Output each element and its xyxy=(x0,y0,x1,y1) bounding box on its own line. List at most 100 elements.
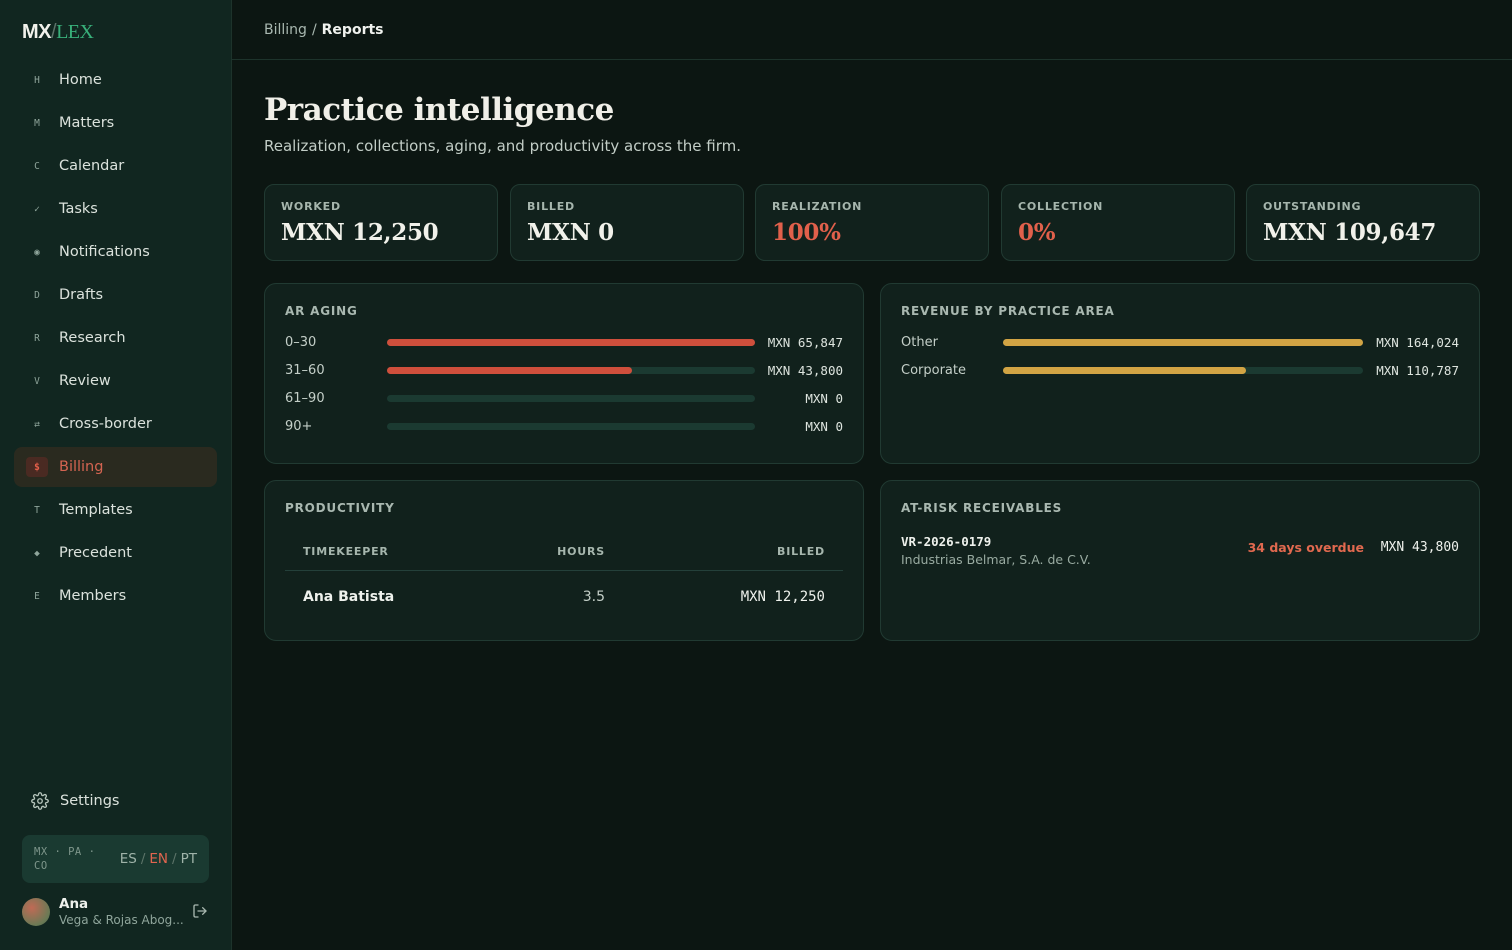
sidebar-item-calendar[interactable]: C Calendar xyxy=(14,146,217,186)
kpi-label: WORKED xyxy=(281,200,341,213)
sidebar-item-tasks[interactable]: ✓ Tasks xyxy=(14,189,217,229)
lang-pt[interactable]: PT xyxy=(181,851,197,867)
region-list: MX · PA · CO xyxy=(34,846,96,872)
members-icon: E xyxy=(34,590,40,602)
overdue-badge: 34 days overdue xyxy=(1247,540,1364,555)
lang-en[interactable]: EN xyxy=(149,851,168,867)
invoice-id[interactable]: VR-2026-0179 xyxy=(901,534,991,549)
bell-icon: ◉ xyxy=(34,246,40,258)
kpi-label: OUTSTANDING xyxy=(1263,200,1362,213)
kpi-card-worked: WORKED MXN 12,250 xyxy=(264,184,498,261)
kpi-value: MXN 0 xyxy=(527,219,614,246)
bar-amount: MXN 65,847 xyxy=(767,334,843,350)
sidebar-item-label: Precedent xyxy=(59,545,132,561)
sidebar-item-matters[interactable]: M Matters xyxy=(14,103,217,143)
sidebar-item-label: Notifications xyxy=(59,244,150,260)
bar-track xyxy=(1003,338,1363,346)
at-risk-panel: AT-RISK RECEIVABLES VR-2026-0179 Industr… xyxy=(880,480,1480,641)
kpi-value: 0% xyxy=(1018,219,1056,246)
avatar[interactable] xyxy=(22,898,50,926)
sidebar-item-label: Research xyxy=(59,330,126,346)
bar-label: 0–30 xyxy=(285,334,317,350)
kpi-value: 100% xyxy=(772,219,841,246)
ar-aging-panel: AR AGING 0–30 MXN 65,847 31–60 MXN 43,800 61… xyxy=(264,283,864,464)
bar-amount: MXN 164,024 xyxy=(1376,334,1459,350)
revenue-title: REVENUE BY PRACTICE AREA xyxy=(901,304,1115,318)
sidebar-item-home[interactable]: H Home xyxy=(14,60,217,100)
check-icon: ✓ xyxy=(34,203,40,215)
sidebar-item-label: Calendar xyxy=(59,158,125,174)
productivity-panel: PRODUCTIVITY TIMEKEEPER HOURS BILLED Ana… xyxy=(264,480,864,641)
swap-icon: ⇄ xyxy=(34,418,40,430)
sidebar-item-label: Matters xyxy=(59,115,115,131)
at-risk-title: AT-RISK RECEIVABLES xyxy=(901,501,1063,515)
timekeeper-name: Ana Batista xyxy=(303,589,395,605)
bar-track xyxy=(1003,366,1363,374)
sidebar-item-billing[interactable]: $ Billing xyxy=(14,447,217,487)
breadcrumb-billing[interactable]: Billing xyxy=(264,22,307,38)
bar-fill xyxy=(1003,366,1246,374)
bar-row: 31–60 MXN 43,800 xyxy=(285,360,843,380)
sidebar-item-label: Drafts xyxy=(59,287,104,303)
lang-es[interactable]: ES xyxy=(120,851,137,867)
kpi-card-realization: REALIZATION 100% xyxy=(755,184,989,261)
table-row[interactable]: Ana Batista 3.5 MXN 12,250 xyxy=(285,583,843,611)
brand-logo[interactable]: MX/LEX xyxy=(22,19,94,44)
bar-row: Other MXN 164,024 xyxy=(901,332,1459,352)
bar-amount: MXN 110,787 xyxy=(1376,362,1459,378)
user-org: Vega & Rojas Abog... xyxy=(59,913,184,927)
sidebar-nav: H Home M Matters C Calendar ✓ Tasks ◉ Notificatio… xyxy=(14,60,217,619)
page-title: Practice intelligence xyxy=(264,92,614,128)
sidebar-item-label: Templates xyxy=(59,502,133,518)
lang-separator: / xyxy=(140,851,146,867)
invoice-amount: MXN 43,800 xyxy=(1380,540,1459,555)
sidebar: MX/LEX H Home M Matters C Calendar ✓ Tasks ◉ Noti… xyxy=(0,0,232,950)
brand-mx: MX xyxy=(22,21,52,43)
kpi-value: MXN 109,647 xyxy=(1263,219,1437,246)
breadcrumb: Billing / Reports xyxy=(264,22,384,38)
sidebar-item-cross-border[interactable]: ⇄ Cross-border xyxy=(14,404,217,444)
user-profile: Ana Vega & Rojas Abog... xyxy=(22,895,212,929)
kpi-card-collection: COLLECTION 0% xyxy=(1001,184,1235,261)
home-icon: H xyxy=(34,74,40,86)
bar-label: Corporate xyxy=(901,362,966,378)
revenue-panel: REVENUE BY PRACTICE AREA Other MXN 164,02… xyxy=(880,283,1480,464)
bar-track xyxy=(387,394,755,402)
sidebar-item-templates[interactable]: T Templates xyxy=(14,490,217,530)
sidebar-item-drafts[interactable]: D Drafts xyxy=(14,275,217,315)
review-icon: V xyxy=(34,375,40,387)
bar-row: 0–30 MXN 65,847 xyxy=(285,332,843,352)
sidebar-item-members[interactable]: E Members xyxy=(14,576,217,616)
kpi-value: MXN 12,250 xyxy=(281,219,439,246)
breadcrumb-separator: / xyxy=(311,21,317,38)
bar-row: 61–90 MXN 0 xyxy=(285,388,843,408)
col-timekeeper: TIMEKEEPER xyxy=(303,545,389,558)
ar-aging-title: AR AGING xyxy=(285,304,358,318)
timekeeper-billed: MXN 12,250 xyxy=(740,589,825,605)
productivity-title: PRODUCTIVITY xyxy=(285,501,395,515)
logout-icon[interactable] xyxy=(192,903,208,919)
dollar-icon: $ xyxy=(26,457,48,477)
sidebar-item-settings[interactable]: Settings xyxy=(22,785,212,817)
calendar-icon: C xyxy=(34,160,40,172)
page-subtitle: Realization, collections, aging, and pro… xyxy=(264,137,741,155)
sidebar-item-label: Members xyxy=(59,588,127,604)
bar-amount: MXN 0 xyxy=(805,418,843,434)
kpi-label: COLLECTION xyxy=(1018,200,1104,213)
sidebar-item-label: Home xyxy=(59,72,102,88)
sidebar-item-review[interactable]: V Review xyxy=(14,361,217,401)
sidebar-item-precedent[interactable]: ◆ Precedent xyxy=(14,533,217,573)
sidebar-item-label: Billing xyxy=(59,459,104,475)
sidebar-item-notifications[interactable]: ◉ Notifications xyxy=(14,232,217,272)
invoice-client: Industrias Belmar, S.A. de C.V. xyxy=(901,552,1091,567)
bar-track xyxy=(387,338,755,346)
col-billed: BILLED xyxy=(777,545,825,558)
lang-separator: / xyxy=(172,851,177,867)
bar-fill xyxy=(1003,338,1363,346)
sidebar-item-label: Cross-border xyxy=(59,416,152,432)
sidebar-item-label: Tasks xyxy=(59,201,98,217)
sidebar-item-research[interactable]: R Research xyxy=(14,318,217,358)
settings-label: Settings xyxy=(60,793,120,809)
kpi-card-outstanding: OUTSTANDING MXN 109,647 xyxy=(1246,184,1480,261)
bar-label: 31–60 xyxy=(285,362,325,378)
